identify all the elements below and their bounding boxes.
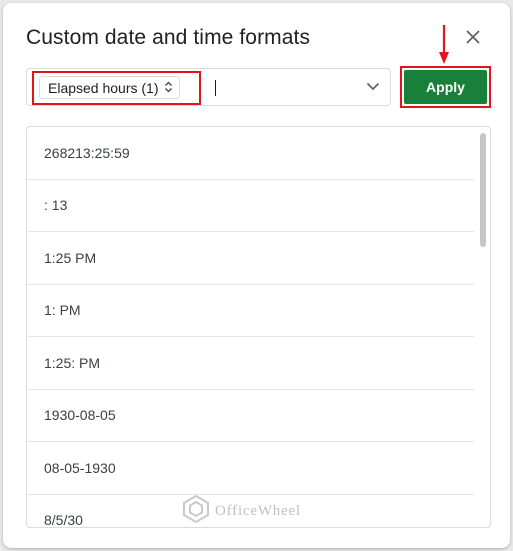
format-dropdown-toggle[interactable] — [365, 79, 381, 95]
format-input[interactable]: Elapsed hours (1) — [26, 68, 391, 106]
chevron-down-icon — [366, 78, 380, 96]
close-icon — [466, 29, 480, 49]
list-item[interactable]: 1:25: PM — [27, 337, 474, 390]
custom-date-time-dialog: Custom date and time formats Elapsed hou… — [3, 3, 510, 548]
list-item[interactable]: 1930-08-05 — [27, 390, 474, 442]
up-down-chevron-icon[interactable] — [164, 80, 173, 96]
dialog-title: Custom date and time formats — [26, 26, 311, 49]
scrollbar-thumb[interactable] — [480, 133, 486, 247]
list-item[interactable]: 268213:25:59 — [27, 127, 474, 180]
watermark-text: OfficeWheel — [215, 502, 301, 519]
arrow-down-icon — [437, 25, 451, 65]
list-item[interactable]: : 13 — [27, 180, 474, 232]
list-item[interactable]: 1: PM — [27, 285, 474, 337]
text-caret — [215, 80, 216, 96]
list-item[interactable]: 08-05-1930 — [27, 442, 474, 495]
format-chip-label: Elapsed hours (1) — [48, 79, 159, 96]
format-chip-elapsed-hours[interactable]: Elapsed hours (1) — [39, 76, 180, 99]
watermark: OfficeWheel — [183, 494, 301, 528]
list-item[interactable]: 1:25 PM — [27, 232, 474, 285]
watermark-logo-icon — [183, 494, 209, 528]
close-button[interactable] — [461, 27, 485, 51]
apply-button[interactable]: Apply — [404, 70, 487, 104]
format-list: 268213:25:59 : 13 1:25 PM 1: PM 1:25: PM… — [26, 126, 491, 528]
